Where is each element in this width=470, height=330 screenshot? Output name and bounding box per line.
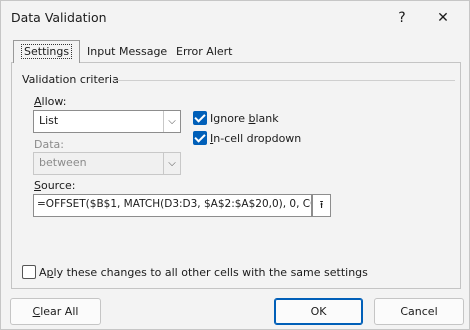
apply-all-label: Aply these changes to all other cells wi…: [39, 266, 368, 279]
ignore-blank-label: Ignore blank: [210, 112, 279, 125]
in-cell-dropdown-label: In-cell dropdown: [210, 132, 302, 145]
allow-select[interactable]: List ⌵: [33, 110, 181, 133]
chevron-down-icon: ⌵: [163, 153, 180, 174]
cancel-button[interactable]: Cancel: [374, 298, 464, 325]
chevron-down-icon: ⌵: [163, 111, 180, 132]
clear-all-button[interactable]: Clear All: [10, 298, 101, 325]
tab-strip: Settings Input Message Error Alert: [11, 40, 461, 63]
collapse-dialog-button[interactable]: ⭱: [312, 194, 331, 217]
apply-all-checkbox[interactable]: [22, 265, 36, 279]
group-divider: [113, 80, 455, 81]
tab-settings[interactable]: Settings: [13, 40, 81, 63]
help-icon[interactable]: ?: [388, 7, 416, 29]
source-input[interactable]: =OFFSET($B$1, MATCH(D3:D3, $A$2:$A$20,0)…: [33, 194, 312, 217]
range-select-icon: ⭱: [319, 198, 324, 211]
in-cell-dropdown-checkbox[interactable]: [193, 131, 207, 145]
data-label: Data:: [34, 138, 64, 151]
data-validation-dialog: Data Validation ? ✕ Settings Input Messa…: [0, 0, 470, 330]
tab-error-alert[interactable]: Error Alert: [169, 41, 240, 62]
allow-label: Allow:: [34, 95, 67, 108]
ignore-blank-checkbox[interactable]: [193, 111, 207, 125]
validation-criteria-label: Validation criteria: [22, 73, 119, 86]
title-bar: Data Validation ? ✕: [1, 1, 469, 34]
close-icon[interactable]: ✕: [429, 7, 457, 29]
dialog-title: Data Validation: [11, 10, 107, 25]
source-label: Source:: [34, 179, 76, 192]
ok-button[interactable]: OK: [274, 298, 363, 325]
data-select: between ⌵: [33, 152, 181, 175]
tab-input-message[interactable]: Input Message: [80, 41, 174, 62]
settings-panel: [11, 62, 461, 289]
